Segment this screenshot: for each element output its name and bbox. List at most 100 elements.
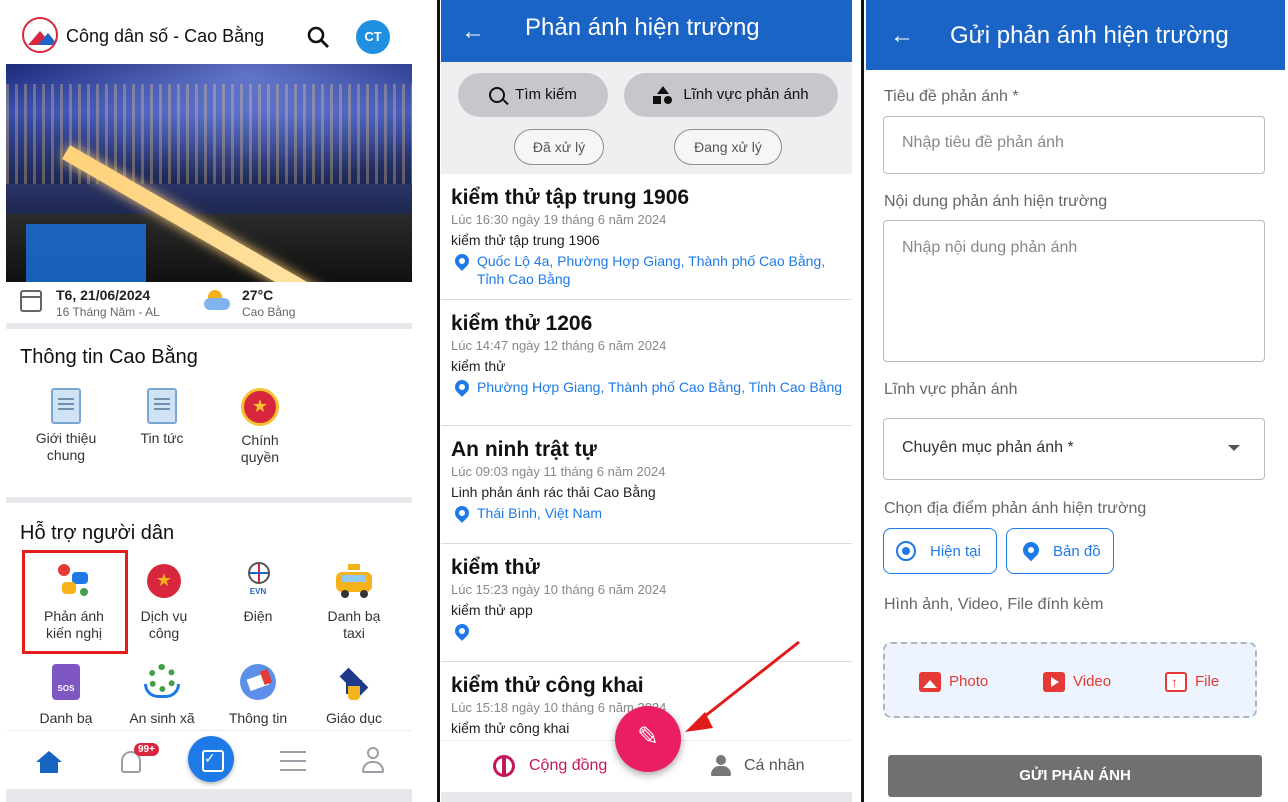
report-title: kiểm thử tập trung 1906 — [451, 186, 690, 209]
search-button[interactable]: Tìm kiếm — [458, 73, 608, 117]
person-icon[interactable] — [711, 755, 731, 777]
tile-directory[interactable]: SOS Danh bạ — [18, 664, 114, 727]
report-title: kiểm thử — [451, 556, 540, 579]
page-title: Gửi phản ánh hiện trường — [950, 22, 1229, 49]
evn-icon-text: EVN — [249, 587, 267, 596]
location-pin-icon — [452, 377, 472, 397]
app-bar: ← Gửi phản ánh hiện trường — [866, 0, 1285, 70]
weather-city: Cao Bằng — [242, 305, 296, 319]
current-location-label: Hiện tại — [930, 543, 981, 560]
filter-area: Tìm kiếm Lĩnh vực phản ánh Đã xử lý Đang… — [441, 62, 852, 174]
title-placeholder: Nhập tiêu đề phản ánh — [902, 134, 1064, 151]
lunar-date: 16 Tháng Năm - AL — [56, 305, 160, 319]
map-button-label: Bản đồ — [1053, 543, 1101, 560]
newspaper-icon — [51, 388, 81, 424]
tile-label: Tin tức — [140, 430, 184, 446]
tile-social-security[interactable]: An sinh xã — [114, 664, 210, 727]
map-button[interactable]: Bản đồ — [1006, 528, 1114, 574]
attach-video-label: Video — [1073, 672, 1112, 690]
filter-processing[interactable]: Đang xử lý — [674, 129, 782, 165]
divider — [437, 0, 440, 802]
sos-icon-text: SOS — [57, 684, 75, 693]
title-input[interactable]: Nhập tiêu đề phản ánh — [883, 116, 1265, 174]
video-icon — [1043, 672, 1065, 692]
home-header: Công dân số - Cao Bằng CT — [6, 0, 412, 64]
globe-icon[interactable] — [493, 755, 515, 777]
attach-photo-label: Photo — [949, 672, 989, 690]
report-title: An ninh trật tự — [451, 438, 597, 461]
category-select[interactable]: Chuyên mục phản ánh * — [883, 418, 1265, 480]
file-upload-icon — [1165, 672, 1187, 692]
tile-label: Thông tin — [228, 710, 288, 726]
tile-label: Điện — [243, 608, 273, 624]
report-item[interactable]: An ninh trật tự Lúc 09:03 ngày 11 tháng … — [441, 426, 852, 544]
graduation-icon — [334, 664, 374, 704]
evn-icon: EVN — [238, 562, 278, 602]
back-arrow-icon[interactable]: ← — [461, 18, 485, 46]
profile-icon[interactable] — [362, 747, 384, 775]
location-pin-icon — [452, 503, 472, 523]
report-location[interactable]: Phường Hợp Giang, Thành phố Cao Bằng, Tỉ… — [477, 378, 847, 396]
chevron-down-icon — [1228, 445, 1240, 451]
report-content: kiểm thử tập trung 1906 — [451, 232, 600, 248]
field-filter-button[interactable]: Lĩnh vực phản ánh — [624, 73, 838, 117]
city-night-banner — [6, 64, 412, 282]
search-button-label: Tìm kiếm — [515, 86, 577, 103]
megaphone-icon — [238, 664, 278, 704]
home-icon[interactable] — [36, 751, 62, 773]
submit-report-screen: ← Gửi phản ánh hiện trường Tiêu đề phản … — [866, 0, 1285, 802]
content-textarea[interactable]: Nhập nội dung phản ánh — [883, 220, 1265, 362]
attach-photo-button[interactable]: Photo — [919, 672, 988, 692]
report-location[interactable]: Thái Bình, Việt Nam — [477, 504, 847, 522]
search-icon[interactable] — [306, 25, 330, 49]
create-report-fab[interactable] — [615, 706, 681, 772]
my-location-icon — [896, 541, 916, 561]
social-security-icon — [142, 664, 182, 704]
attach-file-label: File — [1195, 672, 1220, 690]
taxi-icon — [334, 562, 374, 602]
photo-icon — [919, 672, 941, 692]
tile-introduction[interactable]: Giới thiệu chung — [18, 388, 114, 464]
back-arrow-icon[interactable]: ← — [890, 22, 914, 50]
submit-report-button[interactable]: GỬI PHẢN ÁNH — [888, 755, 1262, 797]
solar-date: T6, 21/06/2024 — [56, 287, 151, 303]
report-item[interactable]: kiểm thử tập trung 1906 Lúc 16:30 ngày 1… — [441, 174, 852, 300]
report-title: kiểm thử 1206 — [451, 312, 593, 335]
report-title: kiểm thử công khai — [451, 674, 644, 697]
tile-label: Chính quyền — [240, 432, 280, 465]
report-location[interactable]: Quốc Lộ 4a, Phường Hợp Giang, Thành phố … — [477, 252, 847, 288]
location-pin-icon — [452, 251, 472, 271]
tile-feedback[interactable]: Phản ánh kiến nghị — [26, 562, 122, 642]
filter-processed[interactable]: Đã xử lý — [514, 129, 604, 165]
tab-community[interactable]: Cộng đồng — [529, 757, 607, 775]
partly-cloudy-icon — [204, 290, 232, 312]
section-title-info: Thông tin Cao Bằng — [20, 346, 198, 368]
tile-label: Dịch vụ công — [140, 608, 188, 641]
tile-government[interactable]: Chính quyền — [210, 388, 310, 466]
attachment-dropzone: Photo Video File — [883, 642, 1257, 718]
tile-taxi[interactable]: Danh bạ taxi — [306, 562, 402, 642]
report-item[interactable]: kiểm thử 1206 Lúc 14:47 ngày 12 tháng 6 … — [441, 300, 852, 426]
tile-education[interactable]: Giáo dục — [306, 664, 402, 727]
field-reports-screen: ← Phản ánh hiện trường Tìm kiếm Lĩnh vực… — [441, 0, 852, 802]
tile-label: Danh bạ — [39, 710, 93, 726]
settings-sliders-icon[interactable] — [280, 751, 306, 773]
sos-directory-icon: SOS — [46, 664, 86, 704]
tile-news[interactable]: Tin tức — [114, 388, 210, 447]
divider — [861, 0, 864, 802]
attach-video-button[interactable]: Video — [1043, 672, 1111, 692]
national-emblem-icon — [241, 388, 279, 426]
tile-electricity[interactable]: EVN Điện — [210, 562, 306, 625]
tile-public-service[interactable]: ★ Dịch vụ công — [116, 562, 212, 642]
tile-information[interactable]: Thông tin — [210, 664, 306, 727]
tab-personal[interactable]: Cá nhân — [744, 757, 805, 775]
current-location-button[interactable]: Hiện tại — [883, 528, 997, 574]
center-action-button[interactable] — [188, 736, 234, 782]
title-field-label: Tiêu đề phản ánh * — [884, 88, 1019, 105]
annotation-arrow — [685, 640, 800, 732]
avatar[interactable]: CT — [356, 20, 390, 54]
attach-file-button[interactable]: File — [1165, 672, 1219, 692]
temperature: 27°C — [242, 287, 274, 303]
calendar-icon — [20, 290, 42, 312]
category-shapes-icon — [653, 86, 673, 105]
